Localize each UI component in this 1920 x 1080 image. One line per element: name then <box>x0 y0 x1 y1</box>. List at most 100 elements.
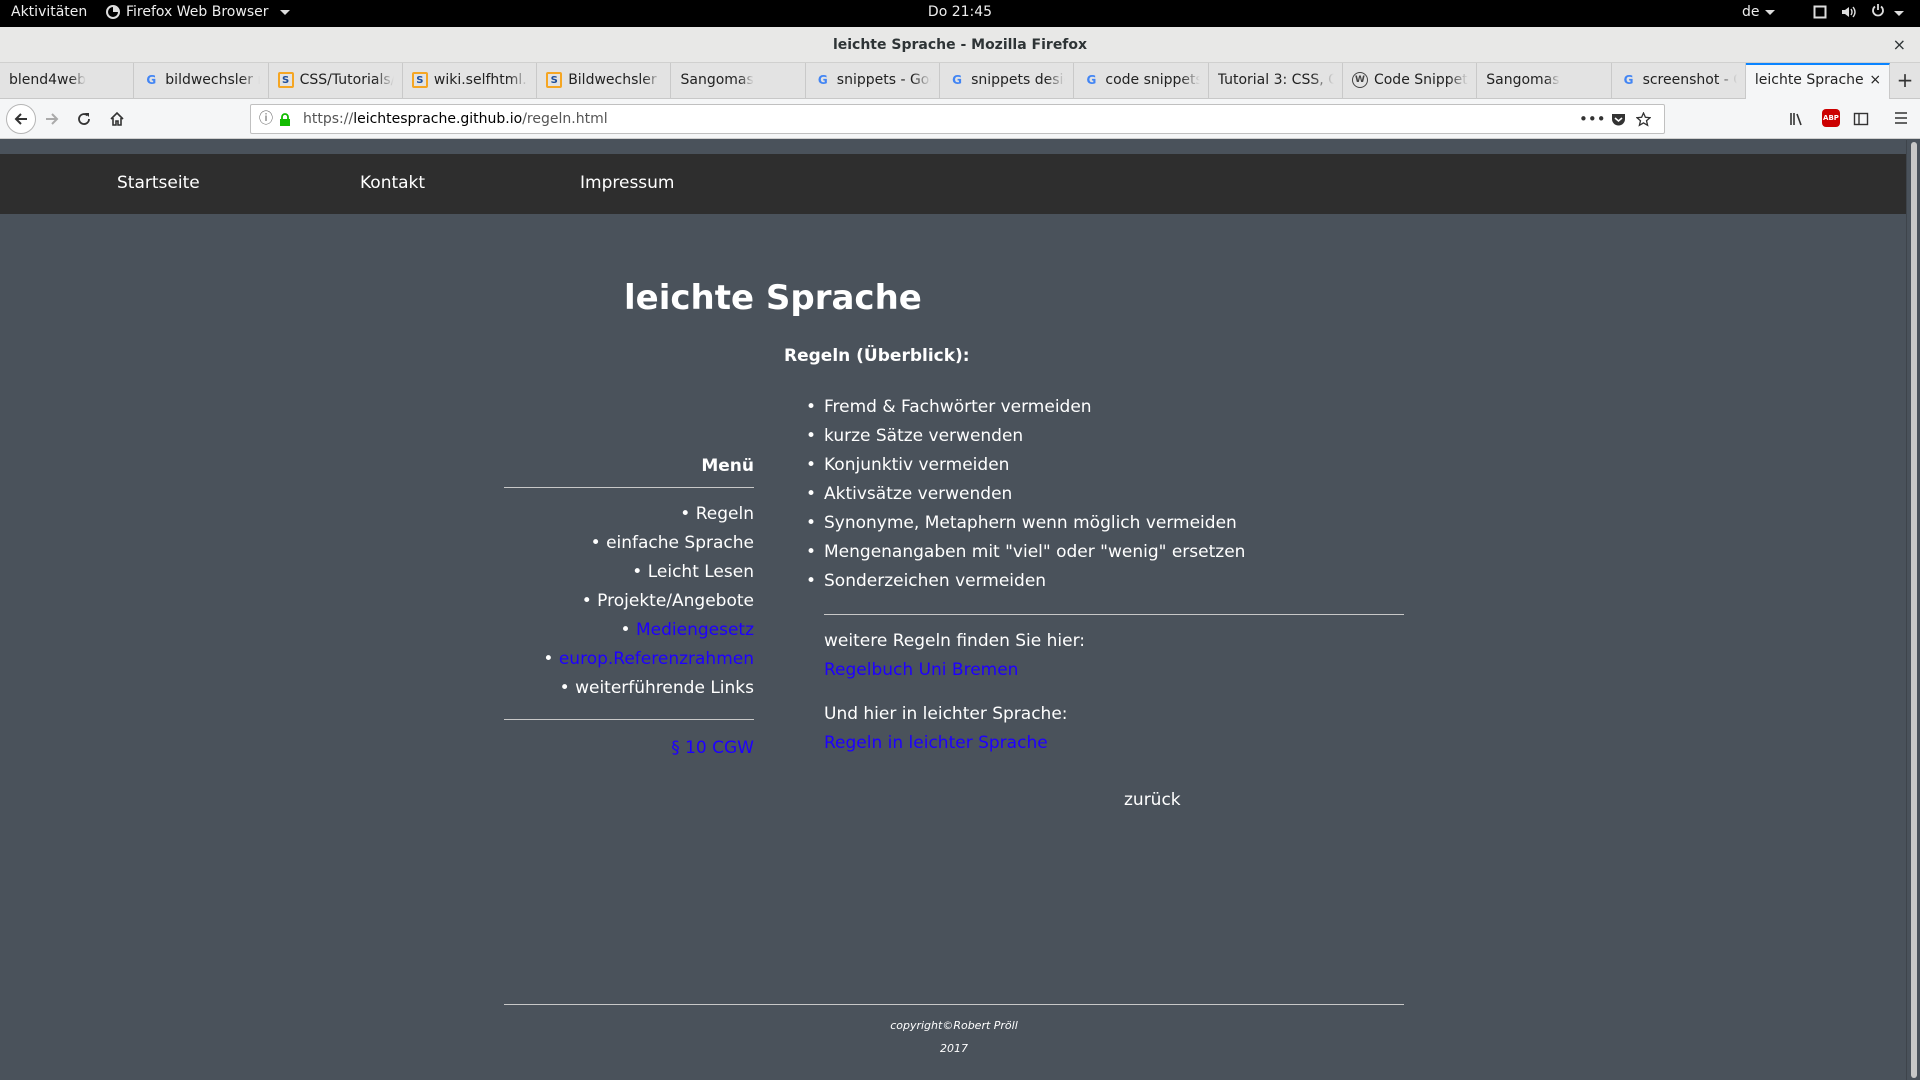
language-selector[interactable]: de <box>1742 4 1775 20</box>
google-icon: G <box>1623 73 1634 87</box>
back-link[interactable]: zurück <box>1124 790 1181 810</box>
menu-item: weiterführende Links <box>504 674 754 703</box>
volume-icon[interactable] <box>1841 5 1857 19</box>
tab-13[interactable]: leichte Sprache × <box>1745 63 1891 99</box>
menu-heading: Menü <box>701 456 754 476</box>
tab-8[interactable]: Gcode snippets <box>1074 63 1209 99</box>
nav-link-kontakt[interactable]: Kontakt <box>360 173 425 193</box>
sidebar-icon[interactable] <box>1853 111 1869 127</box>
tab-label: CSS/Tutorials/ <box>299 72 394 88</box>
footer-divider <box>504 1004 1404 1005</box>
back-button[interactable] <box>6 104 36 134</box>
app-name: Firefox Web Browser <box>126 4 269 20</box>
chevron-down-icon <box>1764 9 1775 15</box>
chevron-down-icon <box>1894 10 1904 16</box>
tab-label: snippets desig <box>971 72 1066 88</box>
site-navigation: Startseite Kontakt Impressum <box>0 154 1906 214</box>
easy-language-text: Und hier in leichter Sprache: <box>824 704 1068 724</box>
home-button[interactable] <box>103 105 131 133</box>
navigation-toolbar: ⓘ https://leichtesprache.github.io/regel… <box>0 99 1920 139</box>
tab-9[interactable]: Tutorial 3: CSS, C <box>1209 63 1343 99</box>
tab-5[interactable]: Sangomas <box>671 63 806 99</box>
menu-item: einfache Sprache <box>504 529 754 558</box>
menu-divider <box>504 487 754 488</box>
arrow-left-icon <box>14 113 27 125</box>
chevron-down-icon <box>279 9 290 15</box>
more-rules-text: weitere Regeln finden Sie hier: <box>824 631 1086 651</box>
page-actions-button[interactable]: ••• <box>1579 105 1606 133</box>
tab-label: code snippets <box>1105 72 1200 88</box>
tab-label: snippets - Goo <box>836 72 932 88</box>
rules-content: Regeln (Überblick): Fremd & Fachwörter v… <box>784 340 1404 758</box>
tab-1[interactable]: Gbildwechsler m <box>134 63 269 99</box>
tab-label: Code Snippets <box>1373 72 1469 88</box>
clock[interactable]: Do 21:45 <box>928 4 992 20</box>
tab-6[interactable]: Gsnippets - Goo <box>806 63 941 99</box>
menu-item: Mediengesetz <box>504 616 754 645</box>
home-icon <box>110 111 124 126</box>
web-page: Startseite Kontakt Impressum leichte Spr… <box>0 140 1906 1080</box>
language-label: de <box>1742 4 1760 20</box>
tab-2[interactable]: S CSS/Tutorials/ <box>269 63 403 99</box>
lock-icon <box>280 113 290 126</box>
tab-label: Sangomas <box>1486 72 1560 88</box>
gnome-top-bar: Aktivitäten Firefox Web Browser Do 21:45… <box>0 0 1920 27</box>
rule-item: Sonderzeichen vermeiden <box>806 567 1404 596</box>
hamburger-menu-icon[interactable] <box>1894 111 1908 125</box>
scrollbar-thumb[interactable] <box>1911 142 1917 1078</box>
close-tab-icon[interactable]: × <box>1869 72 1881 88</box>
menu-item: Leicht Lesen <box>504 558 754 587</box>
reload-button[interactable] <box>70 105 98 133</box>
tab-label: leichte Sprache <box>1754 72 1864 88</box>
easy-rules-link[interactable]: Regeln in leichter Sprache <box>824 733 1048 753</box>
forward-button[interactable] <box>38 105 66 133</box>
selfhtml-icon: S <box>277 72 294 88</box>
power-menu[interactable] <box>1871 3 1904 21</box>
rule-item: Aktivsätze verwenden <box>806 480 1404 509</box>
nav-link-startseite[interactable]: Startseite <box>117 173 200 193</box>
legal-link[interactable]: § 10 CGW <box>671 738 754 758</box>
google-icon: G <box>817 73 828 87</box>
tab-label: screenshot - G <box>1642 72 1737 88</box>
activities-button[interactable]: Aktivitäten <box>11 4 87 20</box>
new-tab-button[interactable]: + <box>1890 63 1920 98</box>
copyright: copyright©Robert Pröll <box>890 1019 1018 1032</box>
menu-item: europ.Referenzrahmen <box>504 645 754 674</box>
tab-3[interactable]: Swiki.selfhtml.o <box>403 63 538 99</box>
menu-item-label: Leicht Lesen <box>647 562 754 582</box>
tab-0[interactable]: blend4web <box>0 63 135 99</box>
nav-link-impressum[interactable]: Impressum <box>580 173 675 193</box>
firefox-icon <box>106 5 120 19</box>
window-title: leichte Sprache - Mozilla Firefox <box>832 37 1088 53</box>
menu-item: Projekte/Angebote <box>504 587 754 616</box>
page-scrollbar[interactable] <box>1906 140 1920 1080</box>
menu-item-label[interactable]: europ.Referenzrahmen <box>559 649 754 669</box>
rule-item: Konjunktiv vermeiden <box>806 451 1404 480</box>
pocket-icon[interactable] <box>1611 112 1626 127</box>
rules-list: Fremd & Fachwörter vermeidenkurze Sätze … <box>806 393 1404 596</box>
url-bar[interactable]: ⓘ https://leichtesprache.github.io/regel… <box>250 104 1665 134</box>
rule-item: kurze Sätze verwenden <box>806 422 1404 451</box>
tab-10[interactable]: W Code Snippets <box>1343 63 1478 99</box>
power-icon <box>1871 4 1884 17</box>
regelbuch-link[interactable]: Regelbuch Uni Bremen <box>824 660 1018 680</box>
library-icon[interactable] <box>1789 111 1805 127</box>
arrow-right-icon <box>46 113 59 125</box>
window-icon[interactable] <box>1813 5 1827 19</box>
tab-7[interactable]: Gsnippets desig <box>940 63 1075 99</box>
tab-label: bildwechsler m <box>165 72 259 88</box>
menu-item-label[interactable]: Mediengesetz <box>636 620 754 640</box>
menu-item-label: weiterführende Links <box>575 678 754 698</box>
adblock-icon[interactable]: ABP <box>1822 109 1840 127</box>
tab-12[interactable]: Gscreenshot - G <box>1612 63 1746 99</box>
selfhtml-icon: S <box>546 72 563 88</box>
tab-11[interactable]: Sangomas <box>1477 63 1612 99</box>
app-menu[interactable]: Firefox Web Browser <box>106 4 290 20</box>
tab-label: blend4web <box>9 72 87 88</box>
bookmark-star-icon[interactable] <box>1636 112 1651 127</box>
copyright-year: 2017 <box>940 1042 968 1055</box>
menu-list: Regeln einfache Sprache Leicht Lesen Projek… <box>504 500 754 703</box>
info-icon[interactable]: ⓘ <box>259 105 273 133</box>
window-close-button[interactable]: × <box>1893 27 1906 63</box>
tab-4[interactable]: S Bildwechsler m <box>537 63 672 99</box>
